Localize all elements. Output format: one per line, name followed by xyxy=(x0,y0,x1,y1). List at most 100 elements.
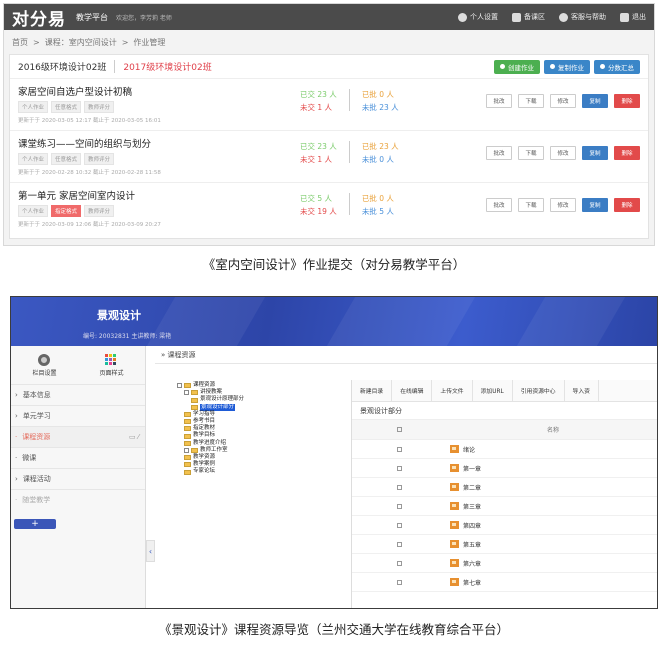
new-folder-button[interactable]: 新建目录 xyxy=(352,379,393,402)
reference-resource-button[interactable]: 引用资源中心 xyxy=(513,379,565,402)
row-checkbox[interactable] xyxy=(397,484,402,490)
expand-toggle-icon[interactable] xyxy=(184,390,189,396)
sidebar-item-micro-lesson[interactable]: · 微课 xyxy=(11,447,145,468)
nav-help[interactable]: 客服与帮助 xyxy=(559,12,606,22)
edit-button[interactable]: 修改 xyxy=(550,94,576,108)
table-row[interactable]: 第一章 xyxy=(352,459,657,478)
tag: 教师评分 xyxy=(84,153,115,165)
download-button[interactable]: 下载 xyxy=(518,198,544,212)
file-name[interactable]: 第二章 xyxy=(463,483,481,492)
expand-toggle-icon[interactable] xyxy=(184,447,189,453)
caption-1: 《室内空间设计》作业提交（对分易教学平台） xyxy=(202,257,466,272)
file-icon xyxy=(450,464,459,472)
tree-node[interactable]: 学习指导 xyxy=(177,411,244,418)
row-checkbox[interactable] xyxy=(397,541,402,547)
briefcase-icon xyxy=(512,12,521,22)
tree-node[interactable]: 景观设计原理部分 xyxy=(177,396,244,403)
file-icon xyxy=(450,578,459,586)
info-icon xyxy=(559,12,568,22)
file-name[interactable]: 第一章 xyxy=(463,464,481,473)
delete-button[interactable]: 删除 xyxy=(614,198,640,212)
nav-logout[interactable]: 退出 xyxy=(620,12,646,22)
copy-homework-button[interactable]: 复制作业 xyxy=(544,59,590,74)
tree-node[interactable]: 专家论坛 xyxy=(177,468,244,475)
collapse-sidebar-button[interactable]: ‹ xyxy=(146,540,155,562)
score-summary-button[interactable]: 分数汇总 xyxy=(594,59,640,74)
file-name[interactable]: 第四章 xyxy=(463,521,481,530)
table-row[interactable]: 绪论 xyxy=(352,440,657,459)
sidebar-item-course-resources[interactable]: · 课程资源 ▭ ⁄ xyxy=(11,426,145,447)
download-button[interactable]: 下载 xyxy=(518,94,544,108)
nav-personal-settings[interactable]: 个人设置 xyxy=(458,12,498,22)
edit-icon[interactable]: ▭ ⁄ xyxy=(129,433,139,441)
row-checkbox[interactable] xyxy=(397,560,402,566)
assignment-row: 第一单元 家居空间室内设计 个人作业 指定格式 教师评分 更新于于 2020-0… xyxy=(10,183,648,235)
file-name[interactable]: 第七章 xyxy=(463,578,481,587)
assignment-row: 家居空间自选户型设计初稿 个人作业 任意格式 教师评分 更新于于 2020-03… xyxy=(10,79,648,131)
expand-toggle-icon[interactable] xyxy=(177,383,182,389)
sidebar-item-class-teaching[interactable]: · 随堂教学 xyxy=(11,489,145,510)
add-button[interactable]: + xyxy=(14,519,56,529)
tool-label: 栏目设置 xyxy=(32,369,57,377)
tab-class-2016[interactable]: 2016级环境设计02班 xyxy=(18,60,106,73)
sidebar-item-course-activities[interactable]: › 课程活动 xyxy=(11,468,145,489)
top-bar: 对分易 教学平台 欢迎您，李芳莉 老师 个人设置 备课区 客服与帮助 退出 xyxy=(4,4,654,30)
copy-button[interactable]: 复制 xyxy=(582,146,608,160)
tag: 教师评分 xyxy=(84,205,115,217)
sidebar-item-basic-info[interactable]: › 基本信息 xyxy=(11,384,145,405)
folder-icon xyxy=(184,455,191,461)
greeting: 欢迎您，李芳莉 老师 xyxy=(116,14,172,22)
file-name[interactable]: 第六章 xyxy=(463,559,481,568)
row-checkbox[interactable] xyxy=(397,522,402,528)
breadcrumb: 首页 > 课程：室内空间设计 > 作业管理 xyxy=(4,30,654,54)
submission-stats: 已交 23 人未交 1 人 已批 23 人未批 0 人 xyxy=(300,141,399,165)
tab-class-2017[interactable]: 2017级环境设计02班 xyxy=(114,60,212,73)
tree-node[interactable]: 教学目标 xyxy=(177,432,244,439)
file-icon xyxy=(450,502,459,510)
grade-button[interactable]: 批改 xyxy=(486,146,512,160)
tree-node[interactable]: 教学进度介绍 xyxy=(177,440,244,447)
table-row[interactable]: 第五章 xyxy=(352,535,657,554)
upload-file-button[interactable]: 上传文件 xyxy=(432,379,473,402)
table-row[interactable]: 第六章 xyxy=(352,554,657,573)
course-banner: 景观设计 编号: 20032831 主讲教师: 梁艳 xyxy=(11,297,657,346)
tree-node[interactable]: 景观设计部分 xyxy=(177,403,244,411)
page-style-button[interactable]: 页面样式 xyxy=(99,353,124,377)
create-homework-button[interactable]: 创建作业 xyxy=(494,59,540,74)
chevron-right-icon: › xyxy=(15,391,18,399)
nav-label: 退出 xyxy=(632,13,646,21)
row-checkbox[interactable] xyxy=(397,579,402,585)
column-settings-button[interactable]: 栏目设置 xyxy=(32,353,57,377)
file-name[interactable]: 第三章 xyxy=(463,502,481,511)
online-edit-button[interactable]: 在线编辑 xyxy=(392,379,433,402)
edit-button[interactable]: 修改 xyxy=(550,146,576,160)
delete-button[interactable]: 删除 xyxy=(614,94,640,108)
folder-icon xyxy=(191,404,198,410)
table-row[interactable]: 第三章 xyxy=(352,497,657,516)
nav-lesson-prep[interactable]: 备课区 xyxy=(512,12,545,22)
table-row[interactable]: 第二章 xyxy=(352,478,657,497)
grade-button[interactable]: 批改 xyxy=(486,94,512,108)
download-button[interactable]: 下载 xyxy=(518,146,544,160)
breadcrumb-home[interactable]: 首页 xyxy=(12,37,28,48)
row-checkbox[interactable] xyxy=(397,465,402,471)
file-name[interactable]: 绪论 xyxy=(463,445,475,454)
table-row[interactable]: 第四章 xyxy=(352,516,657,535)
breadcrumb-course[interactable]: 课程：室内空间设计 xyxy=(45,37,117,48)
copy-button[interactable]: 复制 xyxy=(582,198,608,212)
submitted-count: 已交 23 人 xyxy=(300,142,337,151)
table-row[interactable]: 第七章 xyxy=(352,573,657,592)
select-all-checkbox[interactable] xyxy=(397,427,402,432)
sidebar-item-unit-study[interactable]: › 单元学习 xyxy=(11,405,145,426)
edit-button[interactable]: 修改 xyxy=(550,198,576,212)
graded-count: 已批 0 人 xyxy=(361,90,394,99)
grade-button[interactable]: 批改 xyxy=(486,198,512,212)
file-name[interactable]: 第五章 xyxy=(463,540,481,549)
import-button[interactable]: 导入资 xyxy=(565,379,599,402)
tree-node[interactable]: 教师工作室 xyxy=(177,447,244,454)
delete-button[interactable]: 删除 xyxy=(614,146,640,160)
add-url-button[interactable]: 添加URL xyxy=(473,379,513,402)
row-checkbox[interactable] xyxy=(397,446,402,452)
row-checkbox[interactable] xyxy=(397,503,402,509)
copy-button[interactable]: 复制 xyxy=(582,94,608,108)
